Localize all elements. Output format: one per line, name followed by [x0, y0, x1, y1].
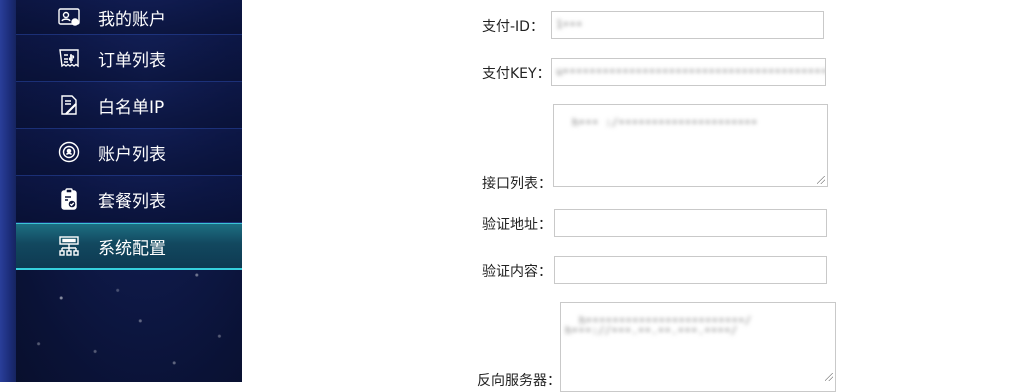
sidebar-item-label: 订单列表 — [98, 50, 166, 71]
sidebar-item-label: 白名单IP — [98, 97, 165, 118]
user-circle-icon — [56, 139, 82, 165]
reverse-server-textarea[interactable]: h••••••••••••••••••••••••/ h•••://•••.••… — [560, 302, 836, 392]
sidebar-item-label: 套餐列表 — [98, 191, 166, 212]
sidebar-item-system-config[interactable]: 系统配置 — [16, 223, 242, 270]
network-config-icon — [56, 233, 82, 259]
receipt-icon — [56, 45, 82, 71]
pay-key-label: 支付KEY： — [482, 66, 551, 82]
sidebar-item-label: 系统配置 — [98, 238, 166, 259]
api-list-value: h••• :/••••••••••••••••••••• — [572, 116, 758, 129]
sidebar: 我的账户 订单列表 白名单IP 账户列表 套餐列表 系统配置 — [0, 0, 242, 382]
pay-key-value: u•••••••••••••••••••••••••••••••••••••••… — [556, 65, 826, 78]
resize-grip-icon[interactable] — [825, 373, 833, 381]
whitelist-doc-icon — [56, 92, 82, 118]
pay-key-input[interactable]: u•••••••••••••••••••••••••••••••••••••••… — [551, 58, 826, 86]
reverse-server-label: 反向服务器： — [477, 373, 561, 389]
verify-content-label: 验证内容： — [482, 264, 552, 280]
clipboard-check-icon — [56, 186, 82, 212]
sidebar-item-label: 账户列表 — [98, 144, 166, 165]
pay-id-input[interactable]: 1••• — [551, 11, 824, 39]
resize-grip-icon[interactable] — [817, 176, 825, 184]
sidebar-item-orders[interactable]: 订单列表 — [16, 35, 242, 82]
sidebar-item-whitelist-ip[interactable]: 白名单IP — [16, 82, 242, 129]
verify-address-label: 验证地址： — [482, 217, 552, 233]
verify-address-input[interactable] — [554, 209, 827, 237]
pay-id-label: 支付-ID： — [482, 19, 544, 35]
sidebar-item-account-list[interactable]: 账户列表 — [16, 129, 242, 176]
sidebar-item-my-account[interactable]: 我的账户 — [16, 0, 242, 35]
sidebar-menu: 我的账户 订单列表 白名单IP 账户列表 套餐列表 系统配置 — [16, 0, 242, 270]
config-form: 支付-ID： 1••• 支付KEY： u••••••••••••••••••••… — [242, 0, 1024, 392]
sidebar-item-label: 我的账户 — [98, 9, 166, 30]
pay-id-value: 1••• — [556, 18, 583, 31]
api-list-label: 接口列表： — [482, 176, 552, 192]
account-card-icon — [56, 4, 82, 30]
sidebar-edge — [0, 0, 16, 382]
api-list-textarea[interactable]: h••• :/••••••••••••••••••••• — [553, 104, 828, 187]
sidebar-item-package-list[interactable]: 套餐列表 — [16, 176, 242, 223]
verify-content-input[interactable] — [554, 256, 827, 284]
reverse-server-value: h••••••••••••••••••••••••/ h•••://•••.••… — [565, 314, 752, 337]
